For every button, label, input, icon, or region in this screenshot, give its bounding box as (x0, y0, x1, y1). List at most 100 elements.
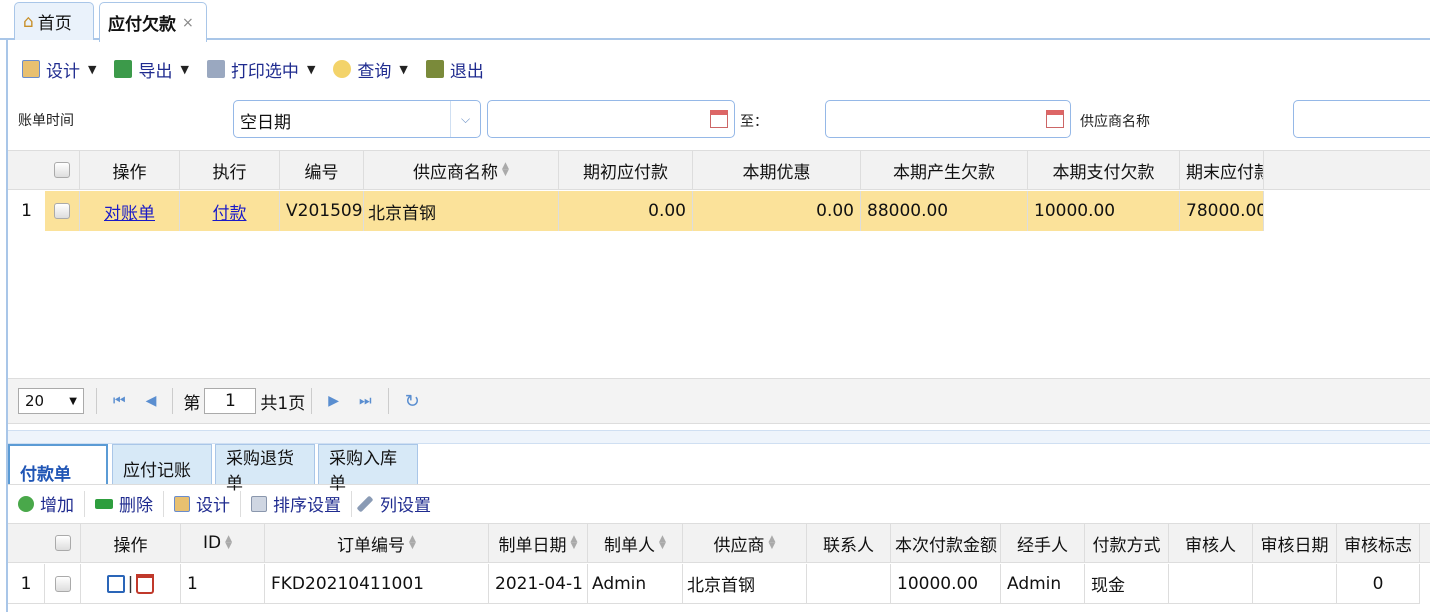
code-cell: V201509 (280, 191, 364, 231)
page-prefix: 第 (183, 393, 201, 414)
row-number: 1 (8, 191, 45, 231)
exit-icon (425, 60, 444, 78)
calendar-icon[interactable] (1040, 101, 1070, 137)
chevron-down-icon: ▼ (88, 62, 97, 76)
col-id[interactable]: ID ▲ ▼ (181, 524, 265, 562)
pay-link-cell: 付款 (180, 191, 280, 231)
chevron-down-icon: ▼ (306, 62, 316, 76)
prev-page-icon[interactable]: ◀ (146, 393, 157, 409)
excel-icon (114, 60, 133, 78)
sort-icon: ▲ ▼ (502, 161, 509, 178)
date-mode-select[interactable]: 空日期 ⌵ (233, 100, 481, 138)
exit-button[interactable]: 退出 (425, 57, 484, 82)
trash-icon[interactable] (136, 573, 155, 594)
date-mode-value: 空日期 (240, 113, 291, 133)
tab-payable-journal[interactable]: 应付记账 (112, 444, 212, 484)
tab-bar: ⌂ 首页 应付欠款 × (0, 0, 1430, 42)
design-label-2: 设计 (196, 496, 230, 516)
paid-cell: 10000.00 (1028, 191, 1180, 231)
add-button[interactable]: 增加 (8, 490, 85, 517)
row-checkbox[interactable] (45, 191, 80, 231)
select-all-checkbox[interactable] (45, 151, 80, 189)
export-button[interactable]: 导出 ▼ (114, 57, 189, 82)
col-contact[interactable]: 联系人 (807, 524, 891, 562)
supplier-cell: 北京首钢 (364, 191, 559, 231)
print-button[interactable]: 打印选中 ▼ (206, 57, 316, 82)
col-handler[interactable]: 经手人 (1001, 524, 1085, 562)
col-date[interactable]: 制单日期 ▲ ▼ (489, 524, 588, 562)
bottom-tabs: 付款单 应付记账 采购退货单 采购入库单 (8, 444, 1430, 494)
tab-purchase-return[interactable]: 采购退货单 (215, 444, 315, 494)
tab-payment[interactable]: 付款单 (8, 444, 108, 485)
col-order[interactable]: 订单编号 ▲ ▼ (265, 524, 489, 562)
pay-link[interactable]: 付款 (213, 199, 247, 224)
col-audit-date[interactable]: 审核日期 (1253, 524, 1337, 562)
next-page-icon[interactable]: ▶ (328, 393, 339, 409)
date-cell: 2021-04-1 (489, 564, 588, 603)
col-maker[interactable]: 制单人 ▲ ▼ (588, 524, 683, 562)
row-actions: | (81, 564, 181, 603)
calendar-icon[interactable] (704, 101, 734, 137)
table-row[interactable]: 1 | 1 FKD20210411001 2021-04-1 Admin 北京首… (8, 564, 1420, 604)
last-page-icon[interactable]: ⏭ (359, 393, 372, 409)
audit-date-cell (1253, 564, 1337, 603)
export-label: 导出 (138, 61, 173, 82)
sort-icon: ▲ ▼ (225, 534, 233, 551)
col-vendor[interactable]: 供应商 ▲ ▼ (683, 524, 807, 562)
column-settings-button[interactable]: 列设置 (352, 491, 441, 517)
payment-toolbar: 增加 删除 设计 排序设置 列设置 (8, 484, 1430, 522)
col-code[interactable]: 编号 (280, 151, 364, 189)
col-supplier[interactable]: 供应商名称 ▲ ▼ (364, 151, 559, 189)
col-amount[interactable]: 本次付款金额 (891, 524, 1001, 562)
design-button[interactable]: 设计 ▼ (22, 57, 96, 82)
delete-button[interactable]: 删除 (85, 490, 164, 517)
col-discount[interactable]: 本期优惠 (693, 151, 861, 189)
tab-purchase-receipt[interactable]: 采购入库单 (318, 444, 418, 494)
close-icon[interactable]: × (182, 15, 194, 31)
auditor-cell (1169, 564, 1253, 603)
payment-grid-header: 操作 ID ▲ ▼ 订单编号 ▲ ▼ 制单日期 ▲ ▼ 制单人 ▲ ▼ 供应商 ▲ ▼ 联系人 本次… (8, 523, 1430, 563)
design-label: 设计 (46, 61, 80, 82)
sort-icon: ▲ ▼ (570, 534, 578, 551)
row-checkbox[interactable] (45, 564, 81, 603)
design-button-2[interactable]: 设计 (164, 490, 241, 517)
tab-home[interactable]: ⌂ 首页 (14, 2, 94, 40)
col-method[interactable]: 付款方式 (1085, 524, 1169, 562)
query-button[interactable]: 查询 ▼ (333, 57, 408, 82)
chevron-down-icon: ▼ (69, 395, 77, 407)
edit-icon[interactable] (106, 574, 125, 593)
action-divider: | (127, 573, 134, 594)
statement-link-cell: 对账单 (80, 191, 180, 231)
sort-settings-button[interactable]: 排序设置 (241, 490, 352, 517)
supplier-input[interactable] (1293, 100, 1430, 138)
row-number: 1 (8, 564, 45, 603)
col-paid[interactable]: 本期支付欠款 (1028, 151, 1180, 189)
statement-link[interactable]: 对账单 (104, 199, 155, 224)
tab-payables[interactable]: 应付欠款 × (99, 2, 207, 42)
add-label: 增加 (40, 496, 74, 516)
main-toolbar: 设计 ▼ 导出 ▼ 打印选中 ▼ 查询 ▼ 退出 (8, 50, 502, 88)
end-date-field[interactable] (825, 100, 1071, 138)
start-date-field[interactable] (487, 100, 735, 138)
col-closing[interactable]: 期末应付款 (1180, 151, 1264, 189)
opening-cell: 0.00 (559, 191, 693, 231)
query-label: 查询 (357, 61, 392, 82)
page-size-select[interactable]: 20 ▼ (18, 388, 84, 414)
panel-splitter[interactable] (8, 430, 1430, 444)
vendor-cell: 北京首钢 (683, 564, 807, 603)
col-incurred[interactable]: 本期产生欠款 (861, 151, 1028, 189)
closing-cell: 78000.00 (1180, 191, 1264, 231)
refresh-icon[interactable]: ↻ (405, 391, 420, 412)
maker-cell: Admin (588, 564, 683, 603)
incurred-cell: 88000.00 (861, 191, 1028, 231)
col-operation-2: 操作 (81, 524, 181, 562)
table-row[interactable]: 1 对账单 付款 V201509 北京首钢 0.00 0.00 88000.00… (8, 191, 1264, 231)
select-all-checkbox-2[interactable] (45, 524, 81, 562)
supplier-label: 供应商名称 (1080, 114, 1150, 130)
col-auditor[interactable]: 审核人 (1169, 524, 1253, 562)
first-page-icon[interactable]: ⏮ (113, 393, 126, 409)
page-input[interactable]: 1 (204, 388, 257, 414)
pager: 20 ▼ ⏮ ◀ 第 1 共1页 ▶ ⏭ ↻ (8, 378, 1430, 424)
col-opening[interactable]: 期初应付款 (559, 151, 693, 189)
col-audit-flag[interactable]: 审核标志 (1337, 524, 1420, 562)
